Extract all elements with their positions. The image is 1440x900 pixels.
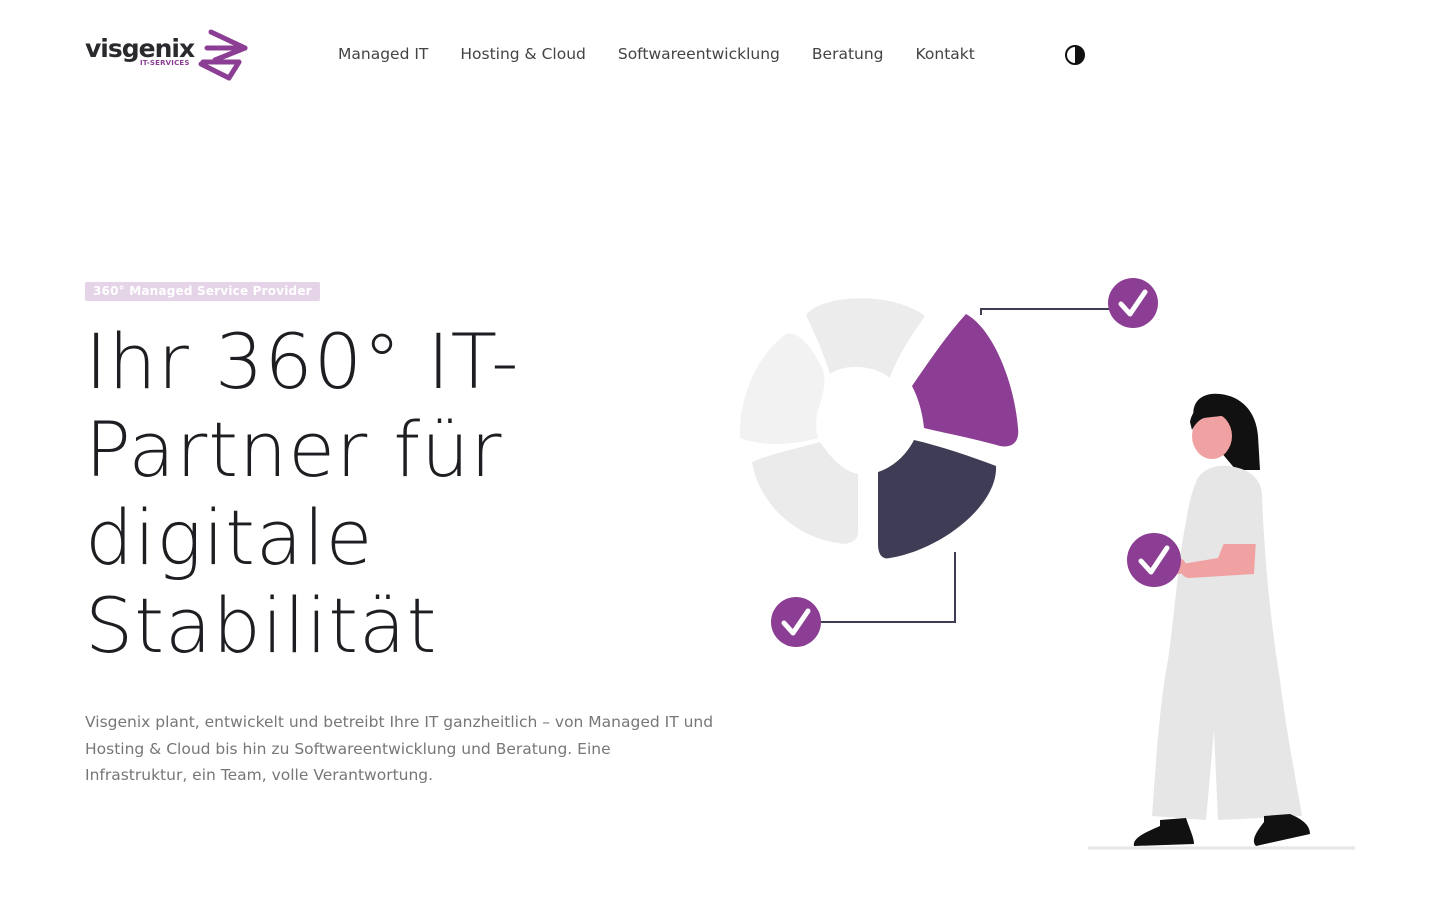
hero-title: Ihr 360° IT-Partner für digitale Stabili… <box>85 317 520 670</box>
logo-arrow-icon <box>198 29 248 81</box>
nav-hosting-cloud[interactable]: Hosting & Cloud <box>460 44 585 64</box>
hero-description: Visgenix plant, entwickelt und betreibt … <box>85 713 714 784</box>
donut-segment-left <box>739 333 825 444</box>
hero-illustration <box>739 278 1355 850</box>
nav-kontakt[interactable]: Kontakt <box>916 44 975 64</box>
check-badge-bottom-icon <box>771 597 821 647</box>
logo-link[interactable]: visgenix IT-SERVICES <box>85 28 255 84</box>
donut-graphic <box>739 298 1019 559</box>
logo-subline: IT-SERVICES <box>140 59 190 67</box>
check-badge-top-icon <box>1108 278 1158 328</box>
main-nav: Managed IT Hosting & Cloud Softwareentwi… <box>338 44 975 64</box>
connector-line-bottom <box>820 552 956 623</box>
connector-line-top <box>980 308 1110 315</box>
check-badge-hand-icon <box>1127 533 1181 587</box>
site-header: visgenix IT-SERVICES Managed IT Hosting … <box>0 0 1440 110</box>
donut-segment-purple <box>912 314 1019 447</box>
woman-figure <box>1088 393 1355 850</box>
nav-beratung[interactable]: Beratung <box>812 44 884 64</box>
donut-segment-dark <box>878 440 997 559</box>
nav-managed-it[interactable]: Managed IT <box>338 44 428 64</box>
hero-badge: 360° Managed Service Provider <box>85 282 320 301</box>
contrast-icon <box>1065 45 1085 65</box>
nav-softwareentwicklung[interactable]: Softwareentwicklung <box>618 44 780 64</box>
donut-segment-top <box>806 298 925 378</box>
donut-segment-bottom-left <box>752 442 859 544</box>
theme-toggle-button[interactable] <box>1063 43 1087 67</box>
